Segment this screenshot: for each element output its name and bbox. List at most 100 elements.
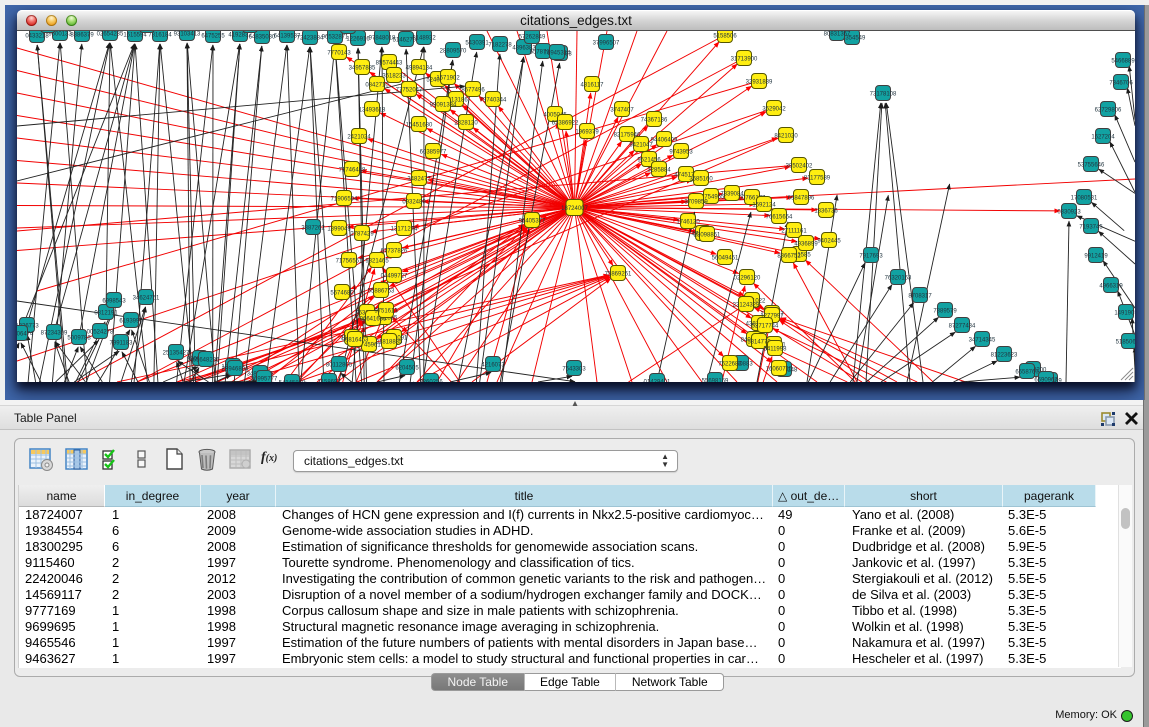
svg-text:71906594: 71906594 [331,197,358,203]
svg-text:1399049: 1399049 [327,227,351,233]
svg-text:3285884: 3285884 [647,168,671,174]
svg-text:02606474: 02606474 [17,332,34,338]
svg-text:7770143: 7770143 [327,51,351,57]
svg-text:00524278: 00524278 [87,330,114,336]
svg-text:23124329: 23124329 [733,303,760,309]
svg-text:55698169: 55698169 [702,379,729,383]
svg-text:32931839: 32931839 [746,80,773,86]
svg-text:3529042: 3529042 [762,107,786,113]
svg-text:9912419: 9912419 [1084,254,1108,260]
svg-text:13171274: 13171274 [391,227,418,233]
svg-text:87277434: 87277434 [949,324,976,330]
svg-text:96405377: 96405377 [519,219,546,225]
svg-text:5430391: 5430391 [465,41,489,47]
svg-text:3158692: 3158692 [317,380,341,383]
svg-text:7346706: 7346706 [1109,81,1133,87]
svg-text:9421047: 9421047 [629,143,653,149]
svg-text:15451680: 15451680 [406,123,433,129]
svg-text:2421024: 2421024 [347,135,371,141]
svg-text:8386379: 8386379 [70,33,94,39]
svg-text:1615594: 1615594 [123,33,147,39]
svg-text:34624751: 34624751 [133,296,160,302]
svg-text:8366752: 8366752 [777,254,801,260]
svg-text:76945314: 76945314 [544,51,571,57]
svg-text:49894134: 49894134 [406,66,433,72]
svg-text:7182278: 7182278 [488,43,512,49]
svg-text:18724007: 18724007 [561,206,588,212]
svg-text:21818835: 21818835 [376,340,403,346]
svg-text:04499727: 04499727 [381,274,408,280]
svg-text:87234309: 87234309 [41,331,68,337]
svg-text:67737826: 67737826 [381,249,408,255]
svg-text:77752047: 77752047 [396,88,423,94]
svg-text:7543303: 7543303 [562,367,586,373]
svg-text:39502402: 39502402 [786,164,813,170]
svg-text:96816453: 96816453 [342,338,369,344]
svg-text:94406409: 94406409 [651,138,678,144]
svg-text:8677496: 8677496 [461,88,485,94]
svg-text:65648236: 65648236 [193,358,220,364]
svg-text:7193745: 7193745 [1079,225,1103,231]
svg-text:54145868: 54145868 [279,381,306,383]
svg-text:8708317: 8708317 [908,294,932,300]
svg-text:3685160: 3685160 [689,177,713,183]
svg-text:56049451: 56049451 [712,256,739,262]
svg-text:62729806: 62729806 [1095,108,1122,114]
svg-text:96532871: 96532871 [322,35,349,41]
svg-text:6204505: 6204505 [395,366,419,372]
svg-text:3482477: 3482477 [407,177,431,183]
svg-text:0812191: 0812191 [94,311,118,317]
svg-text:4936899: 4936899 [794,242,818,248]
svg-text:9751613: 9751613 [374,309,398,315]
svg-text:2328120: 2328120 [454,121,478,127]
svg-text:37996507: 37996507 [593,41,620,47]
svg-text:52717744: 52717744 [752,324,779,330]
svg-text:6690967: 6690967 [1034,378,1058,383]
svg-text:60385977: 60385977 [420,150,447,156]
svg-text:74367136: 74367136 [641,118,668,124]
svg-text:1671902: 1671902 [436,76,460,82]
svg-text:6998543: 6998543 [102,299,126,305]
svg-text:7889579: 7889579 [933,309,957,315]
svg-text:7622683: 7622683 [718,362,742,368]
svg-text:1226916: 1226916 [346,37,370,43]
svg-text:57262849: 57262849 [519,35,546,41]
svg-text:3518233: 3518233 [382,74,406,80]
svg-text:51850671: 51850671 [1116,340,1135,346]
svg-text:81223623: 81223623 [991,353,1018,359]
svg-text:6193990: 6193990 [119,319,143,325]
svg-text:16060715: 16060715 [766,367,793,373]
svg-text:34957885: 34957885 [349,66,376,72]
svg-text:99091334: 99091334 [430,103,457,109]
svg-text:13493618: 13493618 [359,108,386,114]
svg-text:9821465: 9821465 [365,259,389,265]
svg-text:64835030: 64835030 [249,35,276,41]
svg-text:3387262: 3387262 [301,226,325,232]
svg-text:36995777: 36995777 [251,377,278,383]
svg-text:34714345: 34714345 [969,338,996,344]
svg-text:85574443: 85574443 [376,61,403,67]
svg-text:62386922: 62386922 [552,121,579,127]
svg-text:31713900: 31713900 [731,57,758,63]
svg-text:8421020: 8421020 [774,134,798,140]
svg-text:79740344: 79740344 [480,98,507,104]
svg-text:80112805: 80112805 [326,363,353,369]
svg-text:4966319: 4966319 [1099,284,1123,290]
svg-text:80831367: 80831367 [824,32,851,38]
svg-text:76320163: 76320163 [885,276,912,282]
svg-text:1746120: 1746120 [676,220,700,226]
svg-text:7917693: 7917693 [859,254,883,260]
svg-text:93103413: 93103413 [174,32,201,38]
svg-text:5674680: 5674680 [330,291,354,297]
svg-text:29946804: 29946804 [222,367,249,373]
svg-text:0932480: 0932480 [402,200,426,206]
svg-text:17080531: 17080531 [1071,196,1098,202]
svg-text:3747407: 3747407 [610,108,634,114]
svg-text:53755646: 53755646 [1078,163,1105,169]
svg-text:1969379: 1969379 [575,130,599,136]
svg-text:6475255: 6475255 [201,34,225,40]
svg-text:76615654: 76615654 [766,215,793,221]
svg-text:1592124: 1592124 [752,203,776,209]
svg-text:71756551: 71756551 [336,259,363,265]
svg-text:6658760: 6658760 [1015,370,1039,376]
